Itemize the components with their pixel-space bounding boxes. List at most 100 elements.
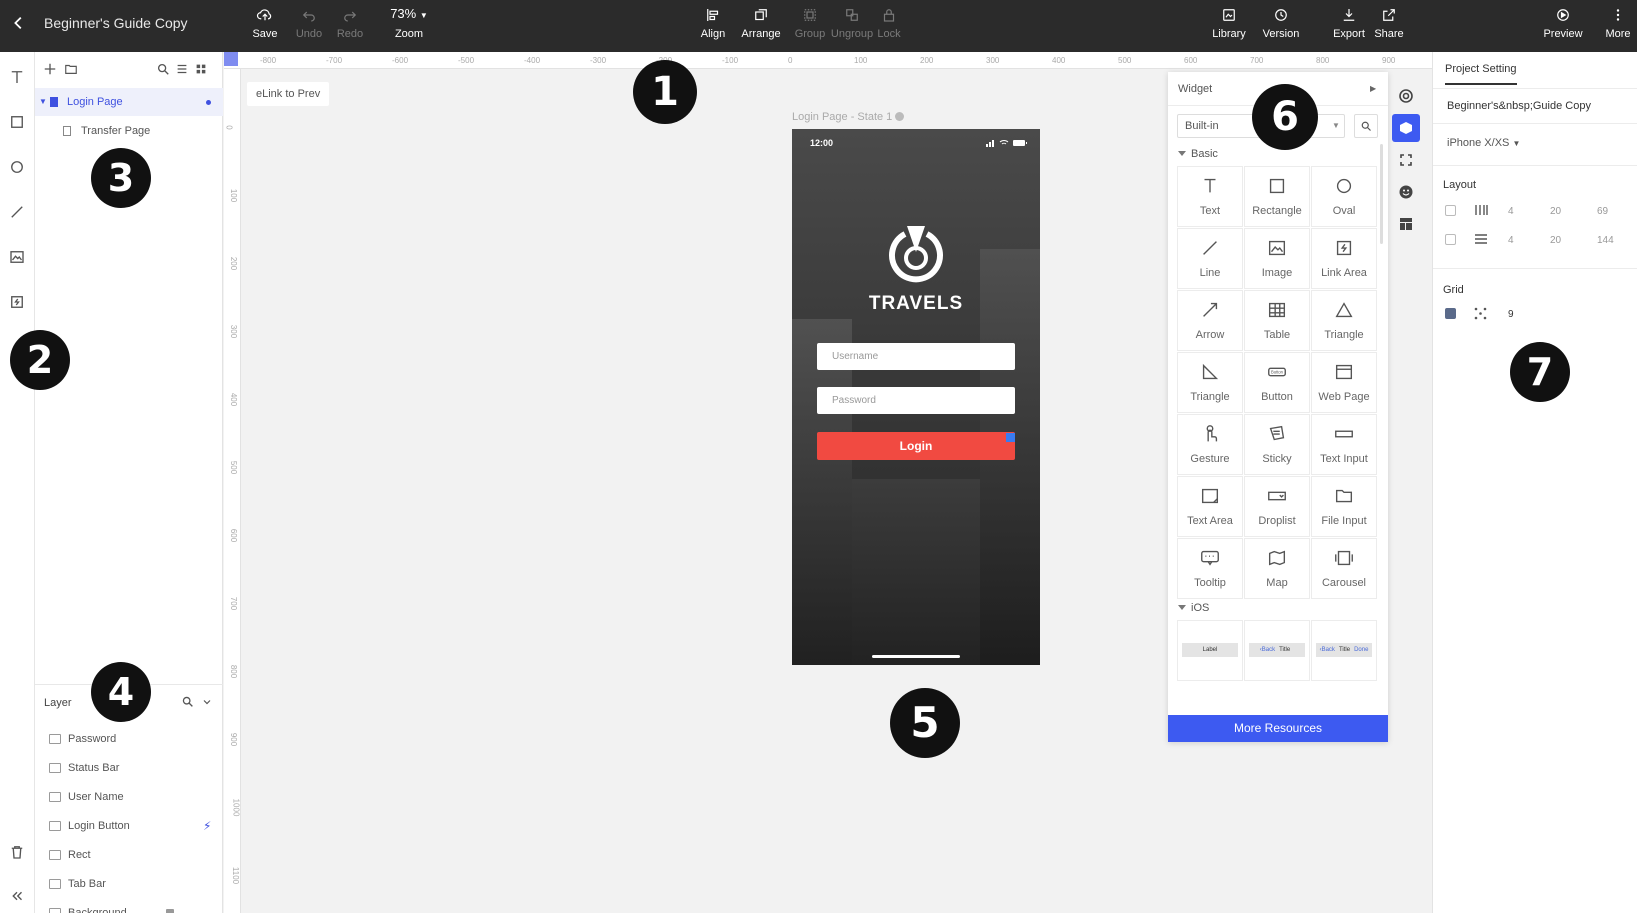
widget-rectangle[interactable]: Rectangle <box>1244 166 1310 227</box>
link-area-tool-icon[interactable] <box>6 291 28 313</box>
widget-sticky[interactable]: Sticky <box>1244 414 1310 475</box>
export-button[interactable]: Export <box>1331 6 1367 46</box>
list-view-icon[interactable] <box>175 62 191 78</box>
widget-map[interactable]: Map <box>1244 538 1310 599</box>
widget-scrollbar[interactable] <box>1380 144 1383 244</box>
library-button[interactable]: Library <box>1210 6 1248 46</box>
widget-text-area[interactable]: Text Area <box>1177 476 1243 537</box>
widget-triangle[interactable]: Triangle <box>1177 352 1243 413</box>
layout-columns-width[interactable]: 69 <box>1597 206 1608 217</box>
widget-link-area[interactable]: Link Area <box>1311 228 1377 289</box>
grid-checkbox[interactable] <box>1445 308 1456 319</box>
oval-tool-icon[interactable] <box>6 156 28 178</box>
widget-gesture[interactable]: Gesture <box>1177 414 1243 475</box>
add-page-icon[interactable] <box>43 62 59 78</box>
widget-oval[interactable]: Oval <box>1311 166 1377 227</box>
section-ios[interactable]: iOS <box>1178 602 1209 614</box>
project-name[interactable]: Beginner's&nbsp;Guide Copy <box>1447 100 1591 112</box>
widget-panel: Widget ▶ Built-in ▼ Basic Text Rectangle O… <box>1168 72 1388 742</box>
grid-dots-icon <box>1474 307 1487 320</box>
link-to-prev-button[interactable]: eLink to Prev <box>247 82 330 106</box>
layer-item[interactable]: Password <box>35 725 223 753</box>
template-icon[interactable] <box>1392 210 1420 238</box>
layer-item[interactable]: Rect <box>35 841 223 869</box>
redo-button[interactable]: Redo <box>335 6 365 46</box>
gear-icon[interactable] <box>895 112 905 121</box>
widget-line[interactable]: Line <box>1177 228 1243 289</box>
layout-rows-checkbox[interactable] <box>1445 234 1456 245</box>
widget-image[interactable]: Image <box>1244 228 1310 289</box>
widget-text[interactable]: Text <box>1177 166 1243 227</box>
back-icon[interactable] <box>10 14 30 34</box>
page-item-login[interactable]: ▼ Login Page <box>35 88 223 116</box>
login-button[interactable]: Login <box>817 432 1015 460</box>
signal-battery-icon <box>986 140 1027 147</box>
folder-icon[interactable] <box>64 62 80 78</box>
layout-rows-gutter[interactable]: 20 <box>1550 235 1561 246</box>
grid-size[interactable]: 9 <box>1508 309 1514 320</box>
layout-rows-count[interactable]: 4 <box>1508 235 1514 246</box>
more-vertical-icon <box>1604 6 1632 26</box>
layer-item[interactable]: Tab Bar <box>35 870 223 898</box>
layer-item[interactable]: User Name <box>35 783 223 811</box>
page-item-transfer[interactable]: Transfer Page <box>35 117 223 145</box>
rectangle-tool-icon[interactable] <box>6 111 28 133</box>
save-button[interactable]: Save <box>248 6 282 46</box>
lock-icon[interactable] <box>166 909 174 913</box>
preview-button[interactable]: Preview <box>1541 6 1585 46</box>
ruler-tick: 600 <box>229 528 239 543</box>
widget-triangle[interactable]: Triangle <box>1311 290 1377 351</box>
widget-table[interactable]: Table <box>1244 290 1310 351</box>
widget-text-input[interactable]: Text Input <box>1311 414 1377 475</box>
widget-droplist[interactable]: Droplist <box>1244 476 1310 537</box>
undo-button[interactable]: Undo <box>294 6 324 46</box>
more-resources-button[interactable]: More Resources <box>1168 715 1388 742</box>
text-tool-icon[interactable] <box>6 66 28 88</box>
components-icon[interactable] <box>1392 146 1420 174</box>
widget-carousel[interactable]: Carousel <box>1311 538 1377 599</box>
more-button[interactable]: More <box>1604 6 1632 46</box>
align-button[interactable]: Align <box>698 6 728 46</box>
emoji-icon[interactable] <box>1392 178 1420 206</box>
username-field[interactable]: Username <box>817 343 1015 370</box>
widget-search-button[interactable] <box>1354 114 1378 138</box>
ios-widget-item[interactable]: ‹Back Title Done <box>1311 620 1377 681</box>
widget-file-input[interactable]: File Input <box>1311 476 1377 537</box>
share-button[interactable]: Share <box>1372 6 1406 46</box>
trash-icon[interactable] <box>6 841 28 863</box>
chevron-down-icon[interactable] <box>201 695 213 713</box>
widget-web-page[interactable]: Web Page <box>1311 352 1377 413</box>
image-tool-icon[interactable] <box>6 246 28 268</box>
version-button[interactable]: Version <box>1261 6 1301 46</box>
grid-view-icon[interactable] <box>194 62 210 78</box>
search-icon[interactable] <box>156 62 172 78</box>
zoom-control[interactable]: 73% ▼ Zoom <box>386 6 432 46</box>
password-field[interactable]: Password <box>817 387 1015 414</box>
layout-columns-checkbox[interactable] <box>1445 205 1456 216</box>
widget-cube-icon[interactable] <box>1392 114 1420 142</box>
phone-artboard[interactable]: 12:00 TRAVELS Username Password Login <box>792 129 1040 665</box>
device-select[interactable]: iPhone X/XS ▼ <box>1447 137 1520 149</box>
ios-widget-item[interactable]: Label <box>1177 620 1243 681</box>
widget-arrow[interactable]: Arrow <box>1177 290 1243 351</box>
ungroup-button[interactable]: Ungroup <box>830 6 874 46</box>
layer-item[interactable]: Login Button ⚡ <box>35 812 223 840</box>
layout-columns-count[interactable]: 4 <box>1508 206 1514 217</box>
layout-rows-height[interactable]: 144 <box>1597 235 1614 246</box>
arrange-button[interactable]: Arrange <box>740 6 782 46</box>
widget-button[interactable]: Button Button <box>1244 352 1310 413</box>
chevron-right-icon[interactable]: ▶ <box>1370 72 1376 106</box>
section-basic[interactable]: Basic <box>1178 148 1218 160</box>
search-icon[interactable] <box>181 695 194 713</box>
group-button[interactable]: Group <box>793 6 827 46</box>
line-tool-icon[interactable] <box>6 201 28 223</box>
tab-project-setting[interactable]: Project Setting <box>1445 63 1517 85</box>
lock-button[interactable]: Lock <box>876 6 902 46</box>
layer-item[interactable]: Background <box>35 899 223 913</box>
collapse-icon[interactable] <box>6 885 28 907</box>
layout-columns-gutter[interactable]: 20 <box>1550 206 1561 217</box>
layer-item[interactable]: Status Bar <box>35 754 223 782</box>
widget-tooltip[interactable]: Tooltip <box>1177 538 1243 599</box>
target-icon[interactable] <box>1392 82 1420 110</box>
ios-widget-item[interactable]: ‹Back Title <box>1244 620 1310 681</box>
